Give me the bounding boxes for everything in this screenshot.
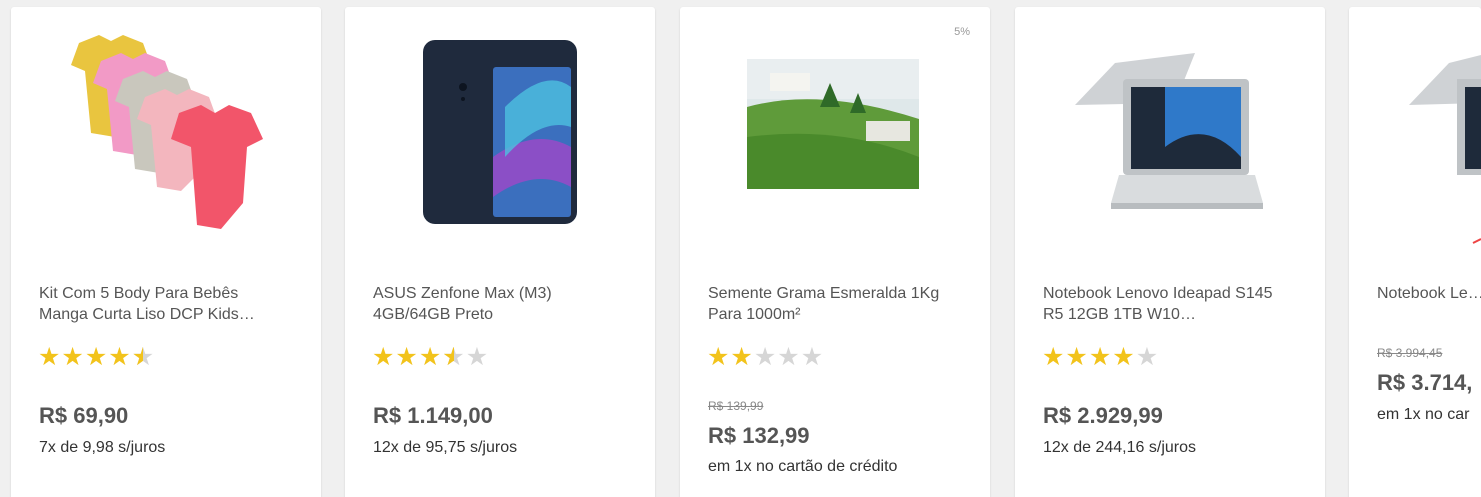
star-icon: ★ (1112, 343, 1136, 371)
product-image (1075, 53, 1263, 209)
star-icon: ★ (1088, 343, 1113, 371)
star-icon: ★ (753, 343, 778, 371)
product-title[interactable]: Kit Com 5 Body Para Bebês Manga Curta Li… (39, 283, 284, 325)
star-icon: ★ (1042, 343, 1066, 371)
product-image (747, 59, 919, 189)
product-price: R$ 3.714, (1377, 370, 1473, 395)
product-card[interactable]: ASUS Zenfone Max (M3) 4GB/64GB Preto ★★★… (345, 7, 655, 497)
star-icon: ★ (800, 343, 825, 371)
star-icon: ★ (777, 343, 801, 371)
star-icon: ★ (465, 343, 490, 371)
star-icon: ★ (418, 343, 443, 371)
product-card[interactable]: Kit Com 5 Body Para Bebês Manga Curta Li… (11, 7, 321, 497)
product-title[interactable]: Notebook Lenovo Ideapad S145 R5 12GB 1TB… (1043, 283, 1288, 325)
product-title[interactable]: Semente Grama Esmeralda 1Kg Para 1000m² (708, 283, 953, 325)
star-icon: ★ (707, 343, 731, 371)
old-price: R$ 3.994,45 (1377, 346, 1443, 360)
star-icon: ★ (1065, 343, 1089, 371)
star-icon: ★ (132, 345, 155, 371)
rating-stars: ★★★★★ (372, 343, 490, 371)
product-title[interactable]: ASUS Zenfone Max (M3) 4GB/64GB Preto (373, 283, 618, 325)
star-icon: ★ (372, 343, 396, 371)
installments-text: em 1x no car (1377, 406, 1470, 423)
rating-stars: ★★★★★ (38, 343, 155, 371)
product-image (423, 40, 577, 224)
product-price: R$ 2.929,99 (1043, 403, 1163, 428)
product-price: R$ 69,90 (39, 403, 129, 428)
product-image (1409, 55, 1481, 244)
product-card[interactable]: Notebook Le… S145 - Tela 1… R$ 3.994,45 … (1349, 7, 1481, 497)
star-icon: ★ (730, 343, 754, 371)
product-title[interactable]: Notebook Le… S145 - Tela 1… (1377, 283, 1481, 304)
star-icon: ★ (1135, 343, 1160, 371)
installments-text: 12x de 95,75 s/juros (373, 439, 518, 456)
star-icon: ★ (38, 343, 62, 371)
product-card[interactable]: Notebook Lenovo Ideapad S145 R5 12GB 1TB… (1015, 7, 1325, 497)
star-icon: ★ (84, 343, 109, 371)
rating-stars: ★★★★★ (1042, 345, 1159, 370)
installments-text: 12x de 244,16 s/juros (1043, 439, 1196, 456)
rating-stars: ★★★★★ (707, 345, 824, 370)
star-icon: ★ (108, 343, 132, 371)
star-icon: ★ (61, 343, 85, 371)
installments-text: em 1x no cartão de crédito (708, 458, 898, 475)
product-price: R$ 1.149,00 (373, 403, 493, 428)
product-image (71, 35, 263, 229)
product-card[interactable]: 5% Semente Grama Esmeralda 1Kg Para 1000… (680, 7, 990, 497)
star-icon: ★ (442, 345, 465, 371)
product-carousel: Kit Com 5 Body Para Bebês Manga Curta Li… (0, 0, 1481, 497)
installments-text: 7x de 9,98 s/juros (39, 439, 166, 456)
star-icon: ★ (395, 343, 419, 371)
product-price: R$ 132,99 (708, 423, 810, 448)
old-price: R$ 139,99 (708, 399, 764, 413)
